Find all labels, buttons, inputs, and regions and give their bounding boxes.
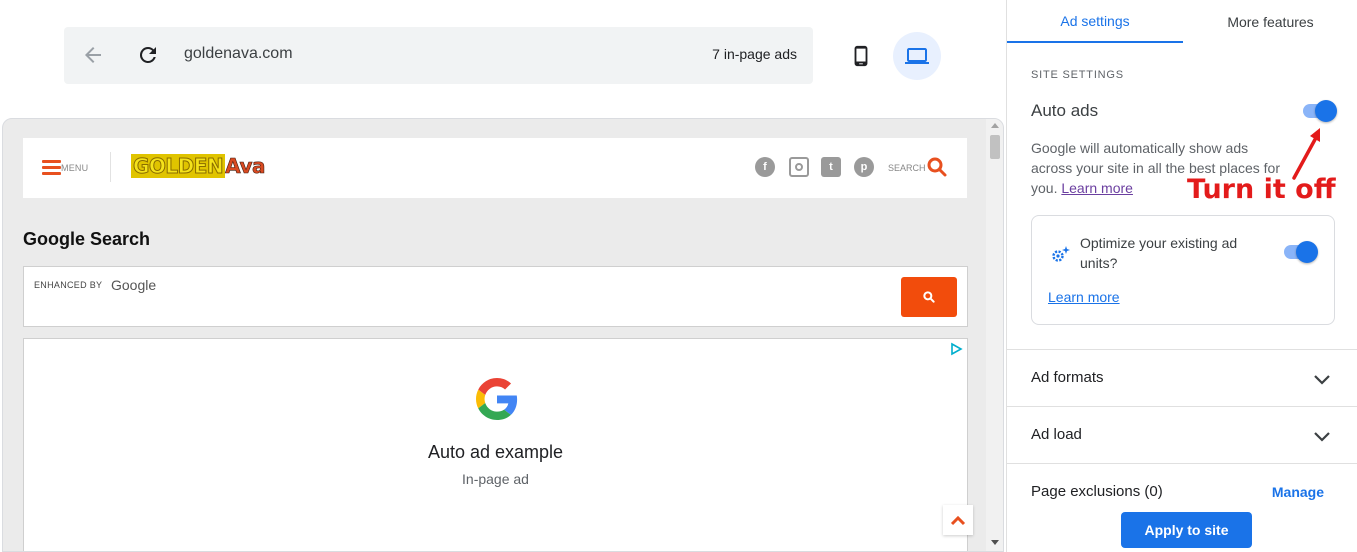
menu-label: MENU [61,163,89,173]
google-search-heading: Google Search [23,229,151,249]
optimize-learn-more-link[interactable]: Learn more [1048,289,1120,305]
twitter-icon[interactable]: t [821,157,841,177]
preview-url-bar: goldenava.com 7 in-page ads [64,27,813,84]
scrollbar-thumb[interactable] [990,135,1000,159]
in-page-ads-count: 7 in-page ads [712,46,797,62]
chevron-down-icon [1314,432,1330,442]
manage-exclusions-link[interactable]: Manage [1272,484,1324,500]
laptop-icon [905,48,929,64]
ad-load-row[interactable]: Ad load [1007,406,1357,463]
turn-it-off-annotation: Turn it off [1187,174,1336,205]
google-search-button[interactable] [901,277,957,317]
ad-example-subtitle: In-page ad [462,471,529,487]
settings-panel: Ad settings More features SITE SETTINGS … [1006,0,1357,552]
optimize-gears-icon [1052,246,1070,262]
search-icon[interactable] [925,155,949,179]
header-divider [110,152,111,182]
facebook-icon[interactable]: f [755,157,775,177]
ad-formats-label: Ad formats [1031,369,1104,386]
panel-tabs: Ad settings More features [1007,0,1357,43]
arrow-back-icon[interactable] [81,43,105,67]
page-exclusions-label: Page exclusions (0) [1031,483,1163,500]
site-header: MENU GOLDEN Ava f t p SEARCH [23,138,967,198]
search-label: SEARCH [888,163,926,173]
google-g-logo-icon [476,378,518,420]
instagram-icon[interactable] [789,157,809,177]
preview-url: goldenava.com [184,45,293,62]
auto-ads-learn-more-link[interactable]: Learn more [1061,180,1133,196]
phone-icon [854,45,868,67]
google-search-box[interactable]: ENHANCED BY Google [23,266,968,327]
mobile-view-button[interactable] [837,32,885,80]
chevron-down-icon [1314,375,1330,385]
google-wordmark: Google [111,277,157,293]
optimize-ad-units-card: Optimize your existing ad units? Learn m… [1031,215,1335,325]
page-exclusions-row: Page exclusions (0) Manage Apply to site [1007,463,1357,552]
tab-ad-settings[interactable]: Ad settings [1007,0,1183,43]
ad-load-label: Ad load [1031,426,1082,443]
preview-area: goldenava.com 7 in-page ads MENU GOLDEN A… [0,0,1006,552]
optimize-ad-units-text: Optimize your existing ad units? [1080,235,1238,271]
scroll-to-top-button[interactable] [943,505,973,535]
hamburger-menu-icon[interactable] [42,160,61,175]
scroll-up-arrow[interactable] [991,123,999,128]
apply-to-site-button[interactable]: Apply to site [1121,512,1252,548]
tab-more-features[interactable]: More features [1183,0,1357,43]
site-preview-frame: MENU GOLDEN Ava f t p SEARCH Google Searc… [2,118,1004,552]
optimize-ad-units-toggle[interactable] [1282,241,1318,263]
pinterest-icon[interactable]: p [854,157,874,177]
scroll-down-arrow[interactable] [991,540,999,545]
chevron-up-icon [950,515,966,526]
ad-example-title: Auto ad example [427,442,564,462]
auto-ads-toggle[interactable] [1301,100,1337,122]
site-logo[interactable]: GOLDEN Ava [131,154,266,179]
auto-ads-preview-screen: goldenava.com 7 in-page ads MENU GOLDEN A… [0,0,1357,552]
enhanced-by-label: ENHANCED BY [34,280,103,290]
auto-ads-label: Auto ads [1031,101,1099,120]
auto-ad-example: Auto ad example In-page ad [23,338,968,551]
site-settings-heading: SITE SETTINGS [1031,69,1124,81]
adchoices-icon[interactable] [949,342,963,356]
ad-formats-row[interactable]: Ad formats [1007,349,1357,406]
reload-icon[interactable] [136,43,160,67]
desktop-view-button[interactable] [893,32,941,80]
preview-scrollbar[interactable] [986,119,1003,551]
search-icon [923,291,935,303]
